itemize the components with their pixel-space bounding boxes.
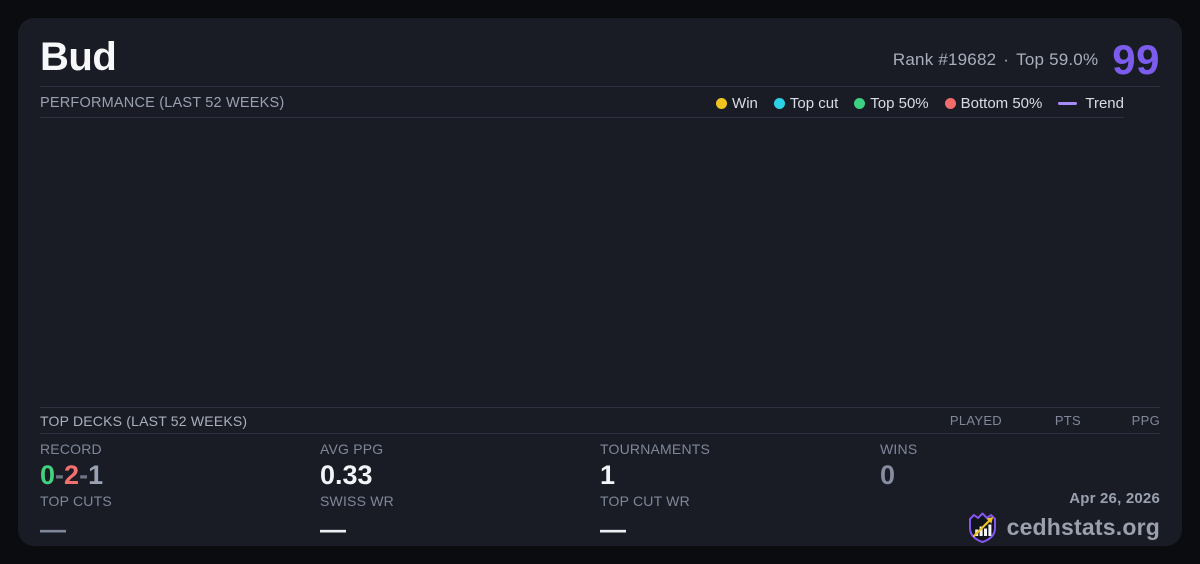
legend-label: Win: [732, 95, 758, 112]
stat-top-cut-wr: TOP CUT WR —: [600, 493, 880, 544]
legend-item-top-cut: Top cut: [774, 95, 838, 112]
header-rank-area: Rank #19682 · Top 59.0% 99: [893, 18, 1160, 80]
bottom-50-legend-dot: [945, 98, 956, 109]
top-cut-wr-value: —: [600, 514, 880, 544]
stat-label: TOP CUTS: [40, 493, 320, 509]
legend-label: Trend: [1085, 95, 1124, 112]
legend-label: Top 50%: [870, 95, 928, 112]
footer: Apr 26, 2026 cedhstats.org: [967, 490, 1160, 544]
column-header-played: PLAYED: [944, 413, 1002, 428]
stat-label: AVG PPG: [320, 441, 600, 457]
chart-legend: Win Top cut Top 50% Bottom 50% Trend: [716, 95, 1124, 112]
page-title: Bud: [40, 35, 116, 80]
stat-tournaments: TOURNAMENTS 1: [600, 441, 880, 493]
legend-item-bottom-50: Bottom 50%: [945, 95, 1043, 112]
stat-avg-ppg: AVG PPG 0.33: [320, 441, 600, 493]
score-value: 99: [1112, 40, 1160, 80]
top-decks-header: TOP DECKS (LAST 52 WEEKS) PLAYED PTS PPG: [40, 407, 1160, 434]
legend-item-trend: Trend: [1058, 95, 1124, 112]
top-50-legend-dot: [854, 98, 865, 109]
header-divider: [40, 86, 1160, 87]
record-draws: 1: [88, 460, 103, 490]
legend-item-top-50: Top 50%: [854, 95, 928, 112]
stat-label: TOURNAMENTS: [600, 441, 880, 457]
top-cut-legend-dot: [774, 98, 785, 109]
avg-ppg-value: 0.33: [320, 462, 600, 489]
trend-legend-line: [1058, 102, 1077, 105]
record-wins: 0: [40, 460, 55, 490]
stat-top-cuts: TOP CUTS —: [40, 493, 320, 544]
record-value: 0-2-1: [40, 462, 320, 489]
record-losses: 2: [64, 460, 79, 490]
performance-section-title: PERFORMANCE (LAST 52 WEEKS): [40, 95, 284, 111]
top-decks-section-title: TOP DECKS (LAST 52 WEEKS): [40, 413, 247, 429]
top-percent: Top 59.0%: [1016, 50, 1098, 69]
stat-label: WINS: [880, 441, 1160, 457]
stat-record: RECORD 0-2-1: [40, 441, 320, 493]
stat-label: TOP CUT WR: [600, 493, 880, 509]
legend-item-win: Win: [716, 95, 758, 112]
win-legend-dot: [716, 98, 727, 109]
legend-label: Bottom 50%: [961, 95, 1043, 112]
column-header-pts: PTS: [1023, 413, 1081, 428]
legend-label: Top cut: [790, 95, 838, 112]
stat-swiss-wr: SWISS WR —: [320, 493, 600, 544]
swiss-wr-value: —: [320, 514, 600, 544]
stat-wins: WINS 0: [880, 441, 1160, 493]
stats-card: Bud Rank #19682 · Top 59.0% 99 PERFORMANCE…: [18, 18, 1182, 546]
performance-chart: [40, 118, 1124, 406]
stat-label: RECORD: [40, 441, 320, 457]
tournaments-value: 1: [600, 462, 880, 489]
top-cuts-value: —: [40, 514, 320, 544]
performance-header: PERFORMANCE (LAST 52 WEEKS) Win Top cut …: [40, 92, 1124, 114]
wins-value: 0: [880, 462, 1160, 489]
rank-number: Rank #19682: [893, 50, 996, 69]
brand: cedhstats.org: [967, 511, 1160, 544]
column-header-ppg: PPG: [1102, 413, 1160, 428]
top-decks-columns: PLAYED PTS PPG: [944, 413, 1160, 428]
cedhstats-shield-logo-icon: [967, 511, 999, 544]
stat-label: SWISS WR: [320, 493, 600, 509]
date-label: Apr 26, 2026: [967, 490, 1160, 507]
rank-text: Rank #19682 · Top 59.0%: [893, 50, 1098, 80]
rank-separator: ·: [1003, 50, 1009, 69]
brand-name: cedhstats.org: [1007, 514, 1160, 541]
